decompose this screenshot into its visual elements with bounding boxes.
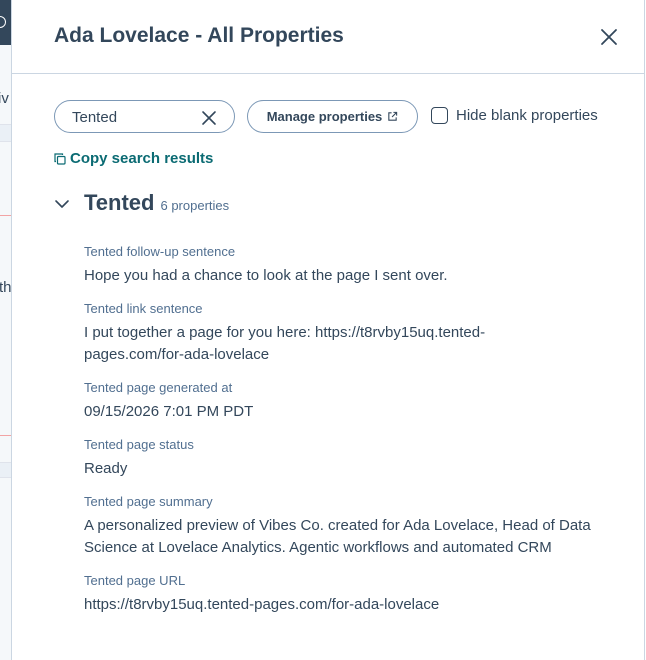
property-label: Tented link sentence xyxy=(84,301,203,316)
panel-title: Ada Lovelace - All Properties xyxy=(54,24,344,47)
close-button[interactable] xyxy=(598,26,620,48)
property-value[interactable]: Ready xyxy=(84,458,624,480)
property-item: Tented link sentence I put together a pa… xyxy=(84,301,624,366)
close-icon xyxy=(601,29,617,45)
property-label: Tented page URL xyxy=(84,573,186,588)
all-properties-panel: Ada Lovelace - All Properties Manage pro… xyxy=(11,0,645,660)
property-value[interactable]: 09/15/2026 7:01 PM PDT xyxy=(84,401,624,423)
property-item: Tented follow-up sentence Hope you had a… xyxy=(84,244,624,287)
group-count: 6 properties xyxy=(160,198,230,213)
property-label: Tented follow-up sentence xyxy=(84,244,236,259)
property-value[interactable]: A personalized preview of Vibes Co. crea… xyxy=(84,515,614,559)
property-label: Tented page status xyxy=(84,437,194,452)
help-icon xyxy=(0,16,6,28)
background-divider xyxy=(0,215,11,216)
background-page: iv th xyxy=(0,0,11,660)
hide-blank-label: Hide blank properties xyxy=(456,107,598,124)
property-item: Tented page status Ready xyxy=(84,437,624,480)
close-icon xyxy=(202,111,216,125)
property-item: Tented page summary A personalized previ… xyxy=(84,494,624,559)
copy-search-results-label: Copy search results xyxy=(70,150,214,167)
background-text: iv xyxy=(0,90,9,107)
property-list: Tented follow-up sentence Hope you had a… xyxy=(84,244,624,630)
hide-blank-toggle[interactable]: Hide blank properties xyxy=(431,107,598,124)
chevron-down-icon[interactable] xyxy=(54,196,70,212)
property-value[interactable]: Hope you had a chance to look at the pag… xyxy=(84,265,624,287)
panel-header: Ada Lovelace - All Properties xyxy=(12,0,644,74)
toolbar: Manage properties Hide blank properties xyxy=(54,100,614,134)
property-label: Tented page summary xyxy=(84,494,213,509)
background-row xyxy=(0,124,11,142)
copy-search-results-link[interactable]: Copy search results xyxy=(54,150,213,167)
clear-search-button[interactable] xyxy=(201,110,217,126)
background-divider xyxy=(0,435,11,436)
background-row xyxy=(0,462,11,478)
property-item: Tented page generated at 09/15/2026 7:01… xyxy=(84,380,624,423)
background-topbar xyxy=(0,0,11,45)
manage-properties-button[interactable]: Manage properties xyxy=(247,100,418,133)
property-search xyxy=(54,100,235,133)
group-title: Tented xyxy=(84,190,155,215)
property-value[interactable]: I put together a page for you here: http… xyxy=(84,322,524,366)
background-text: th xyxy=(0,279,11,296)
hide-blank-checkbox[interactable] xyxy=(431,107,448,124)
property-item: Tented page URL https://t8rvby15uq.tente… xyxy=(84,573,624,616)
external-link-icon xyxy=(388,111,398,121)
search-input[interactable] xyxy=(72,108,192,126)
property-value[interactable]: https://t8rvby15uq.tented-pages.com/for-… xyxy=(84,594,624,616)
property-group-header[interactable]: Tented 6 properties xyxy=(54,190,229,216)
property-label: Tented page generated at xyxy=(84,380,233,395)
copy-icon xyxy=(54,152,66,165)
manage-properties-label: Manage properties xyxy=(266,109,383,124)
